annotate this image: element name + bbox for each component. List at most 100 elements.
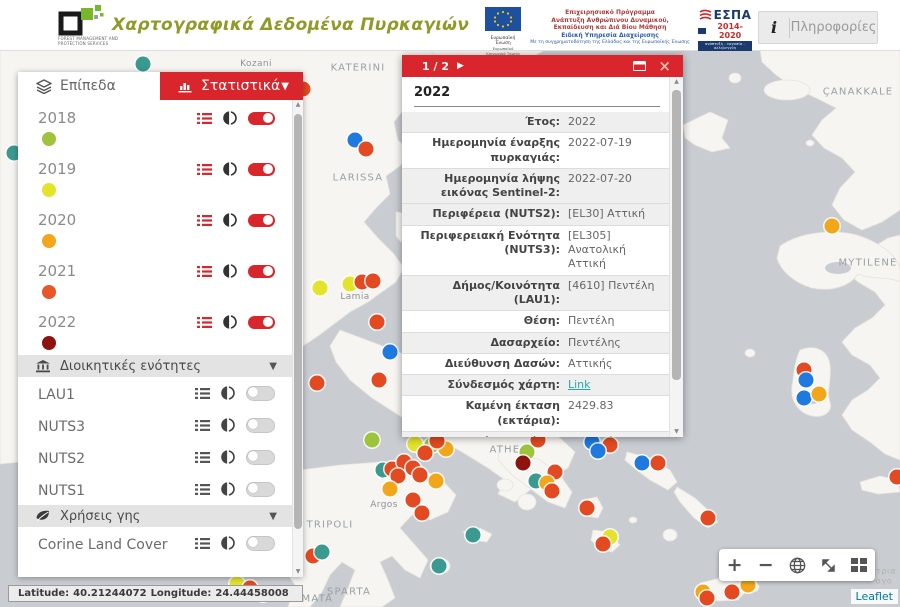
next-feature-icon[interactable]: ▶ [457,61,464,71]
fire-dot[interactable] [545,484,560,499]
fire-dot[interactable] [383,482,398,497]
opacity-icon[interactable] [221,386,235,400]
fire-dot[interactable] [799,373,814,388]
fire-dot[interactable] [366,274,381,289]
scroll-up-icon[interactable]: ▲ [670,77,683,87]
chevron-down-icon[interactable]: ▼ [269,511,277,522]
globe-button[interactable] [789,557,806,574]
layer-toggle[interactable] [248,112,275,125]
layer-row-lau1[interactable]: LAU1 [18,377,293,409]
opacity-icon[interactable] [223,111,237,125]
fire-dot[interactable] [596,537,611,552]
close-icon[interactable]: × [658,59,671,74]
legend-list-icon[interactable] [197,265,212,278]
legend-list-icon[interactable] [195,451,210,464]
chevron-down-icon[interactable]: ▼ [281,81,289,92]
layer-row-2020[interactable]: 2020 [18,202,293,253]
popup-scrollbar[interactable]: ▲ ▼ [669,77,683,437]
layer-toggle[interactable] [248,316,275,329]
layer-toggle[interactable] [248,265,275,278]
layer-row-2022[interactable]: 2022 [18,304,293,355]
fire-dot[interactable] [591,444,606,459]
fire-dot[interactable] [359,142,374,157]
section-header-0[interactable]: Διοικητικές ενότητες ▼ [18,355,293,377]
fire-dot[interactable] [890,470,900,485]
fire-dot[interactable] [313,281,328,296]
tab-statistics[interactable]: Στατιστικά ▼ [160,72,303,100]
legend-list-icon[interactable] [197,316,212,329]
layer-toggle[interactable] [246,450,275,465]
opacity-icon[interactable] [223,315,237,329]
attribute-value[interactable]: Link [568,378,666,392]
layer-row-nuts3[interactable]: NUTS3 [18,409,293,441]
layer-toggle[interactable] [246,418,275,433]
legend-list-icon[interactable] [197,163,212,176]
layer-toggle[interactable] [246,536,275,551]
opacity-icon[interactable] [221,536,235,550]
layer-toggle[interactable] [246,482,275,497]
layer-toggle[interactable] [248,214,275,227]
fire-dot[interactable] [635,456,650,471]
layer-row-2019[interactable]: 2019 [18,151,293,202]
fire-dot[interactable] [797,391,812,406]
maximize-icon[interactable] [633,61,646,71]
layer-row-2021[interactable]: 2021 [18,253,293,304]
legend-list-icon[interactable] [197,214,212,227]
fire-dot[interactable] [136,57,151,72]
map-link[interactable]: Link [568,378,591,391]
fire-dot[interactable] [466,528,481,543]
layer-toggle[interactable] [246,386,275,401]
fire-dot[interactable] [315,545,330,560]
fire-dot[interactable] [383,345,398,360]
scroll-up-icon[interactable]: ▲ [293,100,303,110]
fire-dot[interactable] [725,585,740,600]
fire-dot[interactable] [701,511,716,526]
opacity-icon[interactable] [223,213,237,227]
layer-row-2018[interactable]: 2018 [18,100,293,151]
legend-list-icon[interactable] [195,419,210,432]
fire-dot[interactable] [700,591,715,606]
opacity-icon[interactable] [221,450,235,464]
fire-dot[interactable] [370,315,385,330]
grid-layers-button[interactable] [851,558,867,572]
layer-row-corine-land-cover[interactable]: Corine Land Cover [18,527,293,559]
scroll-down-icon[interactable]: ▼ [293,567,303,577]
layer-row-nuts2[interactable]: NUTS2 [18,441,293,473]
fire-dot[interactable] [432,559,447,574]
chevron-down-icon[interactable]: ▼ [269,361,277,372]
fire-dot[interactable] [580,501,595,516]
legend-list-icon[interactable] [197,112,212,125]
layer-row-nuts1[interactable]: NUTS1 [18,473,293,505]
opacity-icon[interactable] [223,264,237,278]
legend-list-icon[interactable] [195,387,210,400]
legend-list-icon[interactable] [195,483,210,496]
fire-dot[interactable] [516,456,531,471]
fullscreen-button[interactable] [821,558,836,573]
sidebar-scroll-thumb[interactable] [294,114,302,529]
popup-header[interactable]: 1 / 2 ▶ × [402,55,683,77]
fire-dot[interactable] [310,376,325,391]
layer-toggle[interactable] [248,163,275,176]
fire-dot[interactable] [825,219,840,234]
tab-layers[interactable]: Επίπεδα [18,72,160,100]
zoom-in-button[interactable]: + [727,556,743,575]
fire-dot[interactable] [429,474,444,489]
fire-dot[interactable] [413,468,428,483]
opacity-icon[interactable] [221,482,235,496]
section-header-1[interactable]: Χρήσεις γης ▼ [18,505,293,527]
fire-dot[interactable] [365,433,380,448]
scroll-down-icon[interactable]: ▼ [670,427,683,437]
fire-dot[interactable] [651,456,666,471]
legend-list-icon[interactable] [195,537,210,550]
zoom-out-button[interactable]: − [758,556,774,575]
fire-dot[interactable] [418,446,433,461]
fire-dot[interactable] [415,506,430,521]
opacity-icon[interactable] [221,418,235,432]
info-button[interactable]: i Πληροφορίες [758,11,878,44]
sidebar-scrollbar[interactable]: ▲ ▼ [292,100,303,577]
opacity-icon[interactable] [223,162,237,176]
popup-scroll-thumb[interactable] [672,90,681,380]
leaflet-attribution[interactable]: Leaflet [851,589,898,604]
fire-dot[interactable] [372,373,387,388]
fire-dot[interactable] [812,387,827,402]
